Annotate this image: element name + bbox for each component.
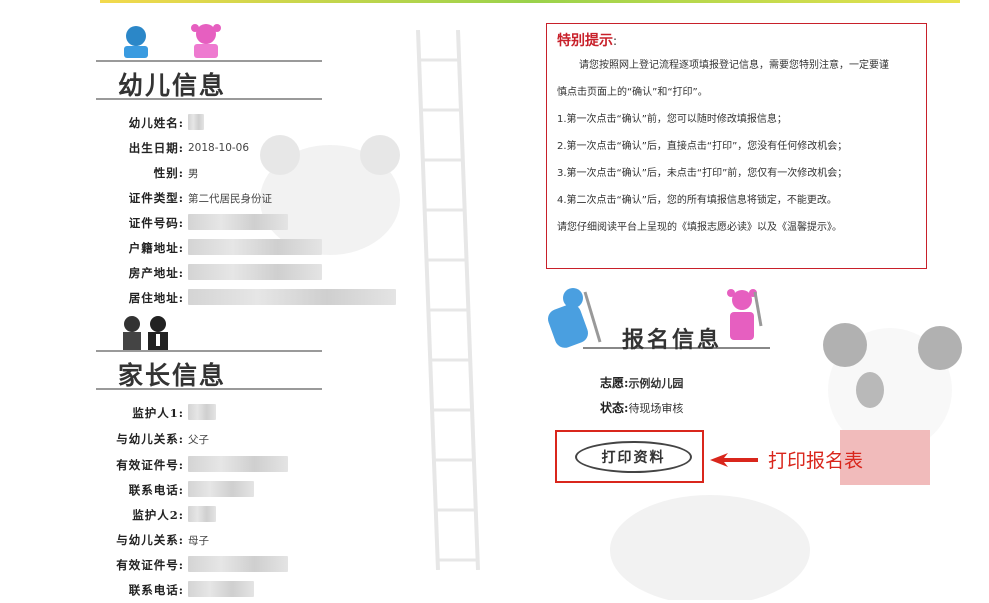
notice-line: 1.第一次点击“确认”前，您可以随时修改填报信息；: [557, 114, 787, 125]
field-label: 证件类型:: [128, 191, 184, 205]
redacted-value: [188, 288, 396, 305]
registration-title: 报名信息: [622, 327, 723, 353]
ladder-decor: [416, 30, 480, 570]
panda-decor-bottom: [610, 495, 810, 600]
arrow-left-icon: [710, 453, 758, 467]
field-value: 2018-10-06: [188, 142, 250, 154]
wish-label: 志愿:: [600, 376, 629, 390]
field-label: 与幼儿关系:: [116, 533, 184, 547]
field-household-address: 户籍地址:: [100, 238, 322, 258]
child-section-title: 幼儿信息: [118, 71, 227, 100]
notice-line: 3.第一次点击“确认”后，未点击“打印”前，您仅有一次修改机会；: [557, 168, 848, 179]
field-label: 监护人1:: [132, 406, 184, 420]
redacted-value: [188, 505, 216, 522]
redacted-value: [188, 580, 254, 597]
field-label: 有效证件号:: [116, 558, 184, 572]
field-label: 户籍地址:: [128, 241, 184, 255]
notice-line: 慎点击页面上的“确认”和“打印”。: [557, 87, 708, 98]
field-relation1: 与幼儿关系: 父子: [100, 429, 209, 449]
field-label: 监护人2:: [132, 508, 184, 522]
field-label: 房产地址:: [128, 266, 184, 280]
field-id-number: 证件号码:: [100, 213, 288, 233]
field-gender: 性别: 男: [100, 163, 199, 183]
field-birth-date: 出生日期: 2018-10-06: [100, 138, 249, 158]
notice-title: 特别提示:: [557, 30, 617, 50]
field-label: 出生日期:: [128, 141, 184, 155]
redacted-value: [188, 455, 288, 472]
status-label: 状态:: [600, 401, 629, 415]
redacted-value: [188, 480, 254, 497]
redacted-value: [188, 113, 204, 130]
field-guardian2: 监护人2:: [100, 505, 216, 525]
kids-illustration: [124, 24, 221, 58]
field-id-number1: 有效证件号:: [100, 455, 288, 475]
field-phone1: 联系电话:: [100, 480, 254, 500]
field-label: 有效证件号:: [116, 458, 184, 472]
notice-line: 2.第一次点击“确认”后，直接点击“打印”，您没有任何修改机会；: [557, 141, 848, 152]
redacted-value: [188, 555, 288, 572]
field-phone2: 联系电话:: [100, 580, 254, 600]
field-id-number2: 有效证件号:: [100, 555, 288, 575]
field-value: 第二代居民身份证: [188, 192, 272, 205]
print-form-annotation: 打印报名表: [768, 450, 864, 472]
top-decor-bar: [100, 0, 960, 3]
field-label: 联系电话:: [128, 483, 184, 497]
notice-title-text: 特别提示: [557, 33, 613, 49]
field-child-name: 幼儿姓名:: [100, 113, 204, 133]
notice-title-colon: :: [613, 34, 618, 48]
field-relation2: 与幼儿关系: 母子: [100, 530, 209, 550]
parents-illustration: [123, 316, 168, 352]
field-id-type: 证件类型: 第二代居民身份证: [100, 188, 272, 208]
wish-value: 示例幼儿园: [628, 376, 684, 390]
notice-line: 4.第二次点击“确认”后，您的所有填报信息将锁定，不能更改。: [557, 195, 837, 206]
field-property-address: 房产地址:: [100, 263, 322, 283]
print-materials-button[interactable]: 打印资料: [575, 441, 692, 473]
field-label: 联系电话:: [128, 583, 184, 597]
field-status: 状态: 待现场审核: [600, 399, 683, 416]
parent-section-title: 家长信息: [118, 361, 227, 390]
redacted-value: [188, 238, 322, 255]
redacted-value: [188, 403, 216, 420]
field-value: 父子: [188, 433, 209, 446]
notice-line: 请您按照网上登记流程逐项填报登记信息，需要您特别注意，一定要谨: [579, 60, 889, 71]
field-guardian1: 监护人1:: [100, 403, 216, 423]
special-notice-box: 特别提示: 请您按照网上登记流程逐项填报登记信息，需要您特别注意，一定要谨 慎点…: [546, 23, 927, 269]
field-label: 性别:: [153, 166, 184, 180]
field-value: 男: [188, 167, 199, 180]
field-label: 与幼儿关系:: [116, 432, 184, 446]
field-label: 证件号码:: [128, 216, 184, 230]
redacted-value: [188, 213, 288, 230]
field-label: 幼儿姓名:: [128, 116, 184, 130]
field-label: 居住地址:: [128, 291, 184, 305]
field-wish: 志愿: 示例幼儿园: [600, 374, 683, 391]
field-residence-address: 居住地址:: [100, 288, 396, 308]
redacted-value: [188, 263, 322, 280]
print-highlight-box: 打印资料: [555, 430, 704, 483]
status-value: 待现场审核: [628, 401, 684, 415]
notice-line: 请您仔细阅读平台上呈现的《填报志愿必读》以及《温馨提示》。: [557, 222, 842, 233]
field-value: 母子: [188, 534, 209, 547]
